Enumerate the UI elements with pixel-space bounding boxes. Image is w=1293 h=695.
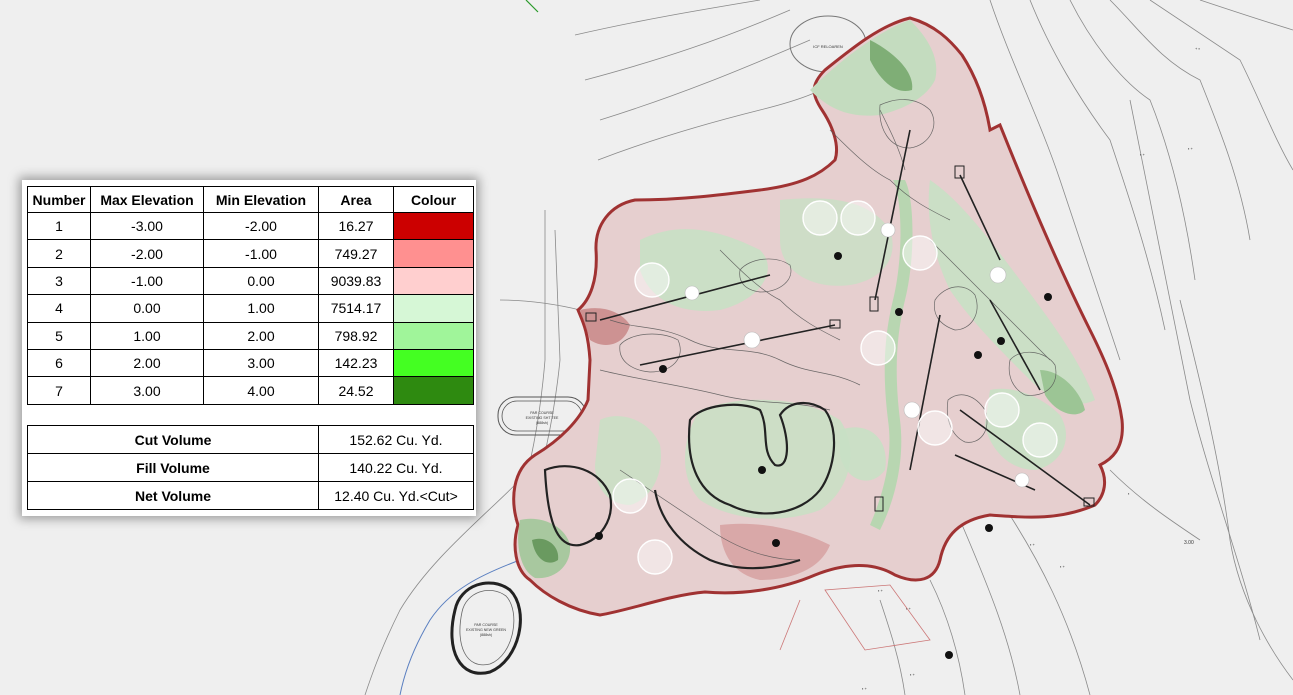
net-volume-label: Net Volume bbox=[27, 481, 319, 510]
cell-area: 7514.17 bbox=[318, 294, 394, 323]
cut-volume-row: Cut Volume 152.62 Cu. Yd. bbox=[27, 425, 474, 454]
lower-red-lines bbox=[779, 584, 931, 651]
colour-swatch bbox=[393, 266, 474, 296]
cut-volume-label: Cut Volume bbox=[27, 425, 319, 454]
header-area: Area bbox=[318, 186, 394, 213]
colour-swatch bbox=[393, 321, 474, 350]
svg-text:▪ +: ▪ + bbox=[910, 672, 916, 677]
table-row: 3 -1.00 0.00 9039.83 bbox=[27, 266, 474, 296]
cell-min-elevation: -1.00 bbox=[203, 239, 319, 268]
colour-swatch bbox=[393, 239, 474, 268]
table-row: 1 -3.00 -2.00 16.27 bbox=[27, 211, 474, 241]
net-volume-row: Net Volume 12.40 Cu. Yd.<Cut> bbox=[27, 481, 474, 510]
cell-number: 6 bbox=[27, 348, 91, 378]
cell-area: 24.52 bbox=[318, 376, 394, 405]
cell-max-elevation: -2.00 bbox=[90, 239, 204, 268]
colour-swatch bbox=[393, 376, 474, 405]
cell-min-elevation: 2.00 bbox=[203, 321, 319, 350]
cell-area: 142.23 bbox=[318, 348, 394, 378]
svg-text:▪ +: ▪ + bbox=[1188, 146, 1194, 151]
cell-min-elevation: 1.00 bbox=[203, 294, 319, 323]
table-header-row: Number Max Elevation Min Elevation Area … bbox=[27, 186, 474, 213]
cell-min-elevation: 3.00 bbox=[203, 348, 319, 378]
table-row: 5 1.00 2.00 798.92 bbox=[27, 321, 474, 350]
colour-swatch bbox=[393, 294, 474, 323]
elevation-table: Number Max Elevation Min Elevation Area … bbox=[27, 186, 474, 405]
colour-swatch bbox=[393, 211, 474, 241]
svg-text:▪ +: ▪ + bbox=[878, 588, 884, 593]
cut-fill-report-panel: Number Max Elevation Min Elevation Area … bbox=[22, 180, 476, 516]
cell-number: 5 bbox=[27, 321, 91, 350]
cell-area: 16.27 bbox=[318, 211, 394, 241]
header-max-elevation: Max Elevation bbox=[90, 186, 204, 213]
cell-area: 9039.83 bbox=[318, 266, 394, 296]
table-row: 4 0.00 1.00 7514.17 bbox=[27, 294, 474, 323]
fill-volume-label: Fill Volume bbox=[27, 453, 319, 482]
svg-text:(888sh): (888sh) bbox=[536, 421, 548, 425]
colour-swatch bbox=[393, 348, 474, 378]
header-colour: Colour bbox=[393, 186, 474, 213]
cell-number: 2 bbox=[27, 239, 91, 268]
header-min-elevation: Min Elevation bbox=[203, 186, 319, 213]
svg-text:EXISTING SHT TEE: EXISTING SHT TEE bbox=[526, 416, 559, 420]
fill-volume-value: 140.22 Cu. Yd. bbox=[318, 453, 474, 482]
cell-number: 3 bbox=[27, 266, 91, 296]
cut-volume-value: 152.62 Cu. Yd. bbox=[318, 425, 474, 454]
net-volume-value: 12.40 Cu. Yd.<Cut> bbox=[318, 481, 474, 510]
table-row: 7 3.00 4.00 24.52 bbox=[27, 376, 474, 405]
cell-area: 798.92 bbox=[318, 321, 394, 350]
svg-text:▪ +: ▪ + bbox=[1140, 152, 1146, 157]
cell-max-elevation: 1.00 bbox=[90, 321, 204, 350]
bottom-par-course: PAR COURSE EXISTING NEW GREEN (888sh) bbox=[450, 581, 522, 675]
svg-text:▪ +: ▪ + bbox=[1060, 564, 1066, 569]
top-circle-label: ICF RELOAREN bbox=[813, 44, 843, 49]
cell-area: 749.27 bbox=[318, 239, 394, 268]
svg-text:▪ +: ▪ + bbox=[862, 686, 868, 691]
volume-table: Cut Volume 152.62 Cu. Yd. Fill Volume 14… bbox=[27, 425, 474, 510]
table-row: 2 -2.00 -1.00 749.27 bbox=[27, 239, 474, 268]
svg-text:PAR COURSE: PAR COURSE bbox=[474, 623, 498, 627]
header-number: Number bbox=[27, 186, 91, 213]
svg-text:(888sh): (888sh) bbox=[480, 633, 492, 637]
svg-text:PAR COURSE: PAR COURSE bbox=[530, 411, 554, 415]
svg-text:▪ +: ▪ + bbox=[1030, 542, 1036, 547]
fill-volume-row: Fill Volume 140.22 Cu. Yd. bbox=[27, 453, 474, 482]
table-row: 6 2.00 3.00 142.23 bbox=[27, 348, 474, 378]
cell-max-elevation: 0.00 bbox=[90, 294, 204, 323]
elevation-label: 3.00 bbox=[1184, 540, 1194, 546]
svg-text:+ ▪: + ▪ bbox=[1195, 46, 1200, 51]
cell-max-elevation: -3.00 bbox=[90, 211, 204, 241]
cell-max-elevation: -1.00 bbox=[90, 266, 204, 296]
cell-min-elevation: 0.00 bbox=[203, 266, 319, 296]
svg-text:EXISTING NEW GREEN: EXISTING NEW GREEN bbox=[466, 628, 506, 632]
cell-max-elevation: 3.00 bbox=[90, 376, 204, 405]
svg-text:▪: ▪ bbox=[1128, 491, 1130, 496]
cell-min-elevation: -2.00 bbox=[203, 211, 319, 241]
cell-max-elevation: 2.00 bbox=[90, 348, 204, 378]
cell-number: 7 bbox=[27, 376, 91, 405]
cell-min-elevation: 4.00 bbox=[203, 376, 319, 405]
cell-number: 4 bbox=[27, 294, 91, 323]
north-arrow-segment bbox=[525, 0, 539, 13]
cell-number: 1 bbox=[27, 211, 91, 241]
